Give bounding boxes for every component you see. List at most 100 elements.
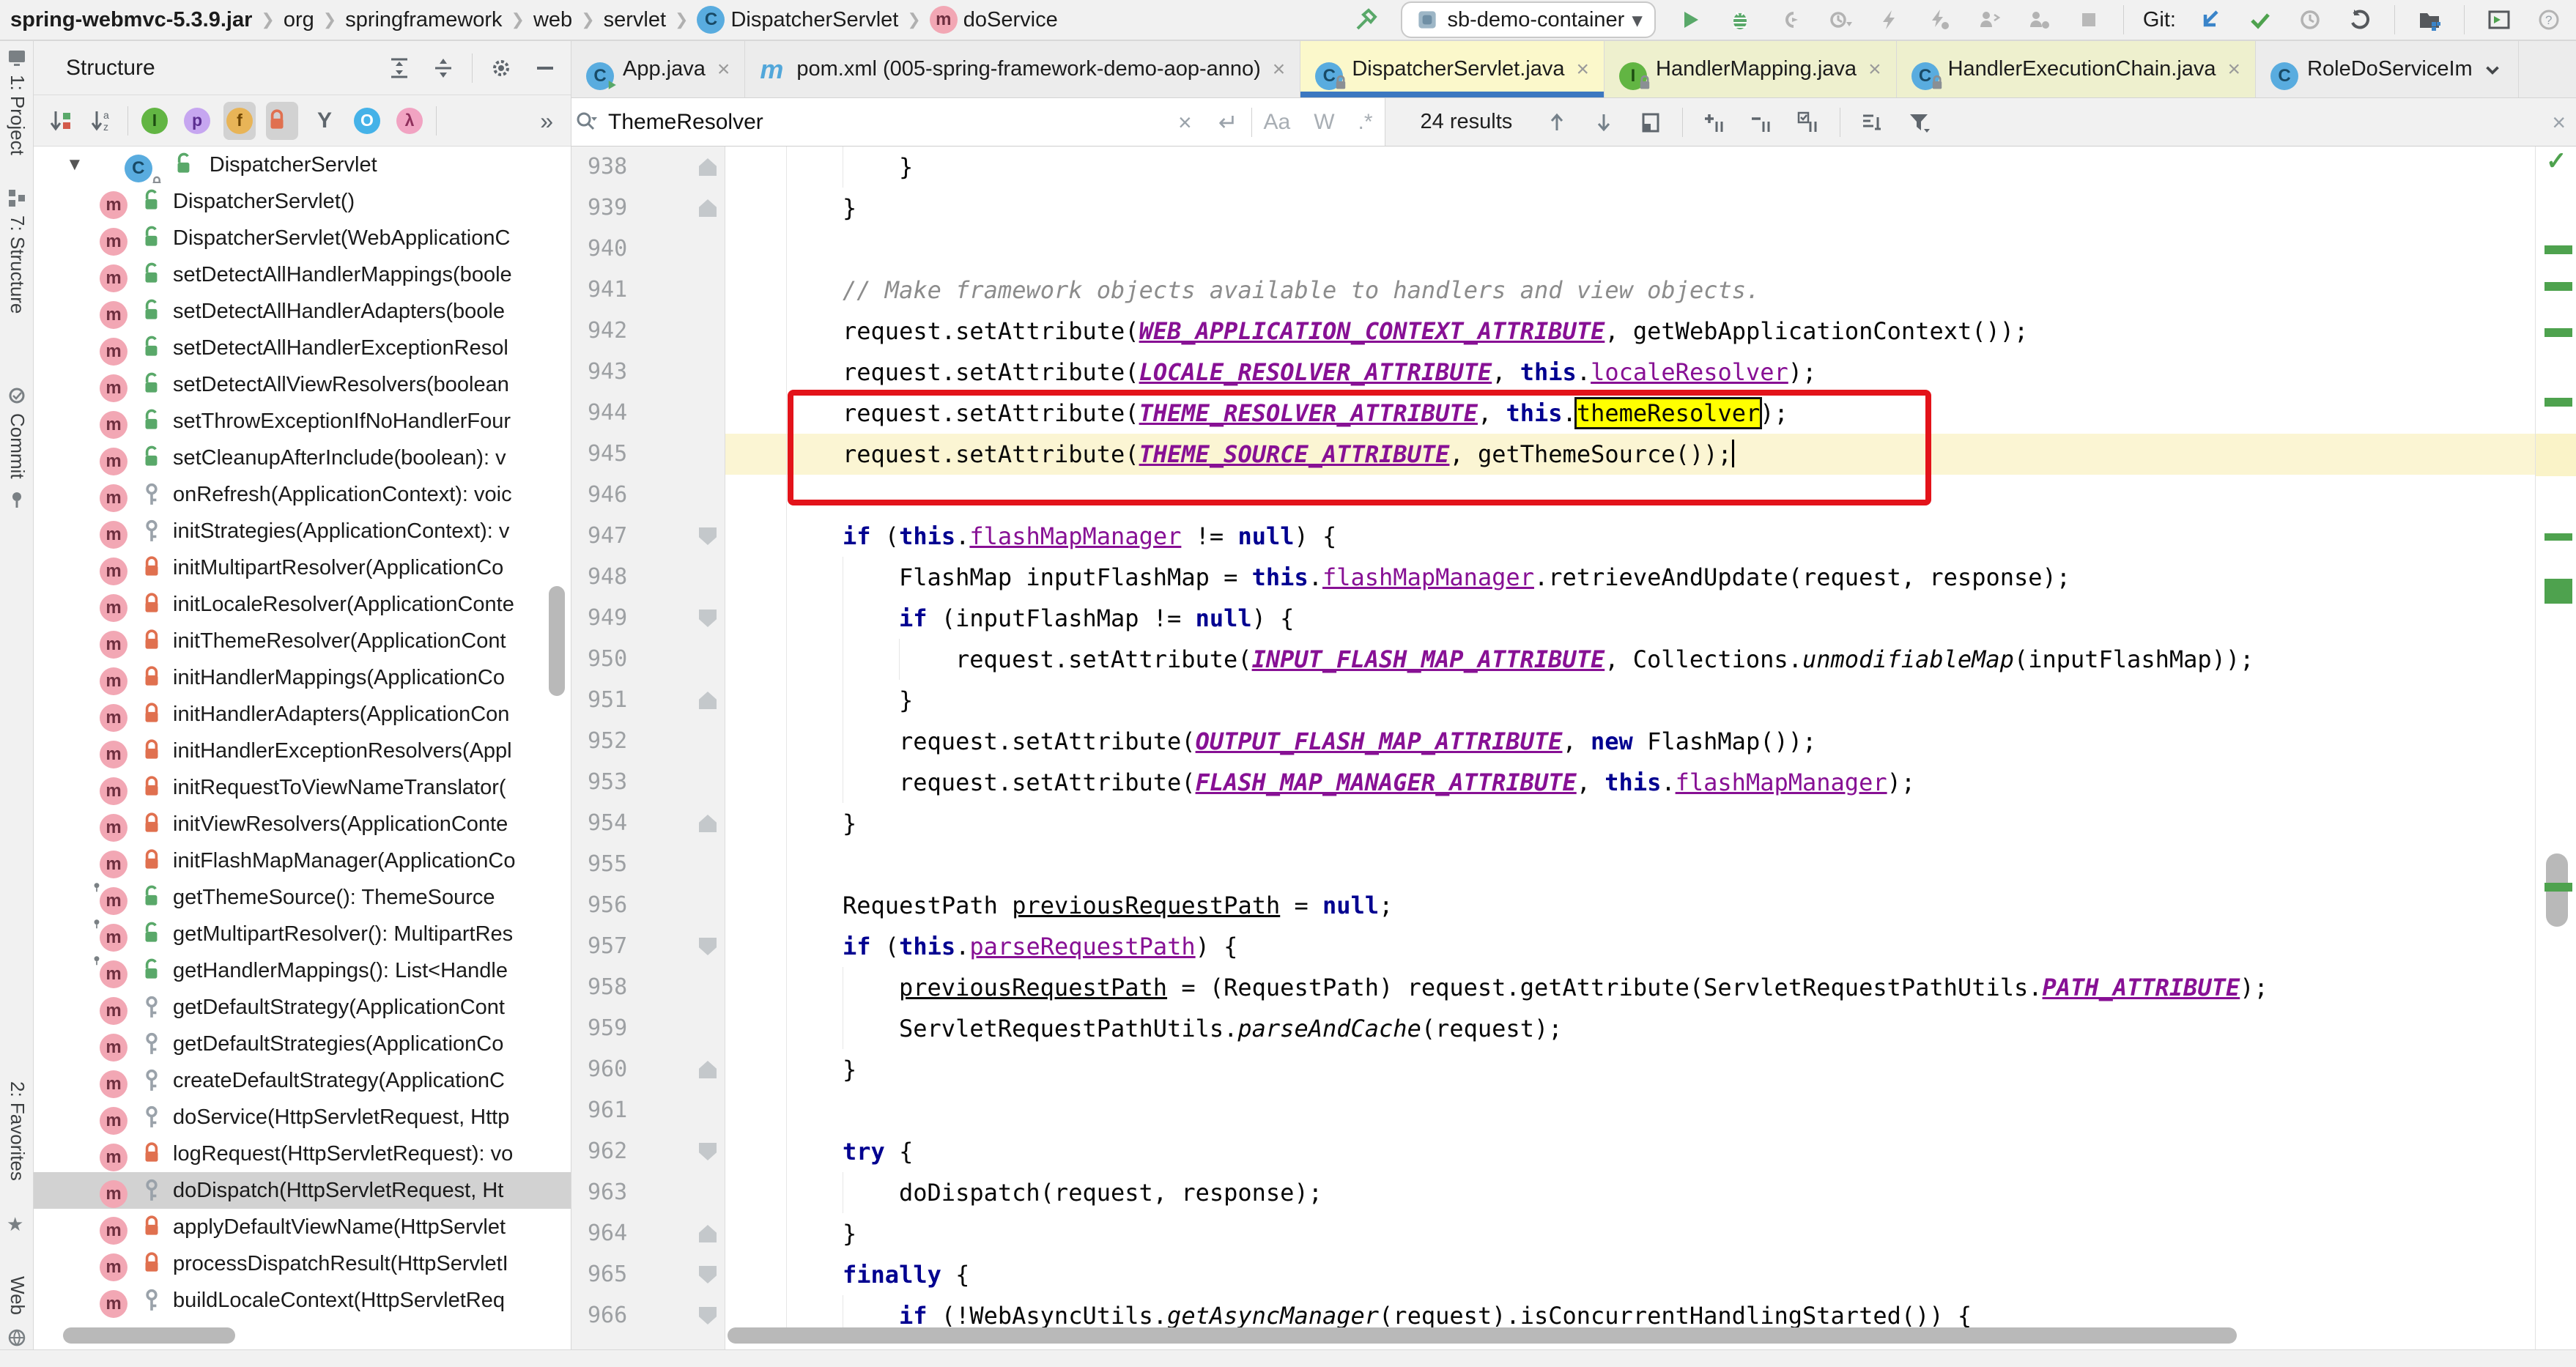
close-tab-icon[interactable]: ×: [1576, 57, 1589, 82]
structure-item[interactable]: m getMultipartResolver(): MultipartRes: [34, 916, 571, 952]
structure-item[interactable]: m initHandlerAdapters(ApplicationCon: [34, 696, 571, 733]
code-line[interactable]: 947 if (this.flashMapManager != null) {: [571, 516, 2535, 557]
build-icon[interactable]: [1351, 4, 1382, 35]
tree-expand-icon[interactable]: ▼: [66, 155, 84, 175]
structure-item[interactable]: m DispatcherServlet(WebApplicationC: [34, 220, 571, 256]
structure-item[interactable]: m initLocaleResolver(ApplicationConte: [34, 586, 571, 623]
code-line[interactable]: 957 if (this.parseRequestPath) {: [571, 926, 2535, 967]
expand-all-icon[interactable]: [384, 53, 415, 84]
structure-root-row[interactable]: ▼ C DispatcherServlet: [34, 147, 571, 183]
words-toggle[interactable]: W: [1314, 110, 1334, 135]
code-line[interactable]: 953 request.setAttribute(FLASH_MAP_MANAGE…: [571, 762, 2535, 803]
profiler-icon[interactable]: [1824, 4, 1855, 35]
fold-end-icon[interactable]: [699, 158, 717, 176]
line-number[interactable]: 942: [588, 311, 627, 352]
filter-icon[interactable]: [1903, 107, 1934, 138]
structure-horizontal-scrollbar[interactable]: [63, 1327, 235, 1344]
code-text[interactable]: }: [725, 188, 2535, 229]
code-line[interactable]: 958 previousRequestPath = (RequestPath) r…: [571, 967, 2535, 1008]
structure-item[interactable]: m logRequest(HttpServletRequest): vo: [34, 1136, 571, 1172]
code-text[interactable]: request.setAttribute(WEB_APPLICATION_CON…: [725, 311, 2535, 352]
structure-item[interactable]: m initMultipartResolver(ApplicationCo: [34, 549, 571, 586]
code-text[interactable]: previousRequestPath = (RequestPath) requ…: [725, 967, 2535, 1008]
code-line[interactable]: 963 doDispatch(request, response);: [571, 1172, 2535, 1213]
close-tab-icon[interactable]: ×: [1868, 57, 1881, 82]
line-number[interactable]: 952: [588, 721, 627, 762]
tool-button-commit[interactable]: Commit: [6, 413, 29, 479]
line-number[interactable]: 940: [588, 229, 627, 270]
code-line[interactable]: 950 request.setAttribute(INPUT_FLASH_MAP_…: [571, 639, 2535, 680]
close-tab-icon[interactable]: ×: [1273, 57, 1286, 82]
run-icon[interactable]: [1675, 4, 1706, 35]
code-line[interactable]: 948 FlashMap inputFlashMap = this.flashMa…: [571, 557, 2535, 598]
line-number[interactable]: 939: [588, 188, 627, 229]
code-text[interactable]: }: [725, 680, 2535, 721]
collapse-all-icon[interactable]: [428, 53, 459, 84]
run-window-icon[interactable]: [2484, 4, 2514, 35]
structure-item[interactable]: m getThemeSource(): ThemeSource: [34, 879, 571, 916]
structure-item[interactable]: m initHandlerMappings(ApplicationCo: [34, 659, 571, 696]
line-number[interactable]: 953: [588, 762, 627, 803]
fold-end-icon[interactable]: [699, 199, 717, 217]
line-number[interactable]: 962: [588, 1131, 627, 1172]
code-text[interactable]: }: [725, 1213, 2535, 1254]
line-number[interactable]: 948: [588, 557, 627, 598]
search-options-icon[interactable]: [1857, 107, 1887, 138]
code-text[interactable]: try {: [725, 1131, 2535, 1172]
breadcrumb-item[interactable]: doService: [963, 8, 1058, 32]
structure-item[interactable]: m initHandlerExceptionResolvers(Appl: [34, 733, 571, 769]
tab-handlermapping[interactable]: I HandlerMapping.java ×: [1605, 41, 1897, 97]
code-text[interactable]: // Make framework objects available to h…: [725, 270, 2535, 311]
tool-button-project[interactable]: 1: Project: [6, 75, 29, 155]
tab-pom[interactable]: m pom.xml (005-spring-framework-demo-aop-…: [745, 41, 1301, 97]
search-result-mark[interactable]: [2544, 328, 2572, 337]
code-line[interactable]: 944 request.setAttribute(THEME_RESOLVER_A…: [571, 393, 2535, 434]
code-line[interactable]: 954}: [571, 803, 2535, 844]
close-tab-icon[interactable]: ×: [717, 57, 730, 82]
search-result-mark[interactable]: [2544, 579, 2572, 604]
remove-occurrence-icon[interactable]: [1746, 107, 1777, 138]
code-text[interactable]: request.setAttribute(THEME_RESOLVER_ATTR…: [725, 393, 2535, 434]
search-icon[interactable]: [571, 107, 602, 138]
hide-panel-icon[interactable]: [530, 53, 560, 84]
bookmark-icon[interactable]: [7, 489, 27, 510]
editor-horizontal-scrollbar[interactable]: [728, 1327, 2237, 1344]
code-text[interactable]: [725, 229, 2535, 270]
structure-item[interactable]: m processDispatchResult(HttpServletI: [34, 1245, 571, 1282]
fold-end-icon[interactable]: [699, 1061, 717, 1078]
code-text[interactable]: finally {: [725, 1254, 2535, 1295]
line-number[interactable]: 951: [588, 680, 627, 721]
newline-icon[interactable]: ↵: [1218, 111, 1238, 134]
breadcrumb-item[interactable]: org: [284, 8, 314, 32]
clear-search-icon[interactable]: ×: [1178, 111, 1192, 134]
stop-icon[interactable]: [2073, 4, 2104, 35]
line-number[interactable]: 945: [588, 434, 627, 475]
line-number[interactable]: 949: [588, 598, 627, 639]
search-result-mark[interactable]: [2544, 282, 2572, 291]
line-number[interactable]: 938: [588, 147, 627, 188]
match-case-toggle[interactable]: Aa: [1264, 110, 1291, 135]
code-line[interactable]: 952 request.setAttribute(OUTPUT_FLASH_MAP…: [571, 721, 2535, 762]
code-line[interactable]: 946: [571, 475, 2535, 516]
code-text[interactable]: request.setAttribute(FLASH_MAP_MANAGER_A…: [725, 762, 2535, 803]
code-text[interactable]: doDispatch(request, response);: [725, 1172, 2535, 1213]
code-line[interactable]: 959 ServletRequestPathUtils.parseAndCache…: [571, 1008, 2535, 1049]
structure-item[interactable]: m getDefaultStrategies(ApplicationCo: [34, 1026, 571, 1062]
breadcrumb-item[interactable]: servlet: [604, 8, 666, 32]
code-line[interactable]: 956 RequestPath previousRequestPath = nul…: [571, 885, 2535, 926]
structure-item[interactable]: m initFlashMapManager(ApplicationCo: [34, 842, 571, 879]
line-number[interactable]: 946: [588, 475, 627, 516]
tool-button-web[interactable]: Web: [6, 1276, 29, 1315]
git-history-icon[interactable]: [2295, 4, 2325, 35]
fold-start-icon[interactable]: [699, 610, 717, 627]
code-line[interactable]: 942 request.setAttribute(WEB_APPLICATION_…: [571, 311, 2535, 352]
line-number[interactable]: 954: [588, 803, 627, 844]
breadcrumb-item[interactable]: springframework: [345, 8, 502, 32]
profile-memory-icon[interactable]: [2024, 4, 2054, 35]
breadcrumb-item[interactable]: web: [533, 8, 572, 32]
sort-by-visibility-icon[interactable]: [45, 105, 76, 136]
line-number[interactable]: 956: [588, 885, 627, 926]
add-occurrence-icon[interactable]: [1699, 107, 1730, 138]
code-text[interactable]: }: [725, 147, 2535, 188]
search-result-mark[interactable]: [2544, 398, 2572, 407]
